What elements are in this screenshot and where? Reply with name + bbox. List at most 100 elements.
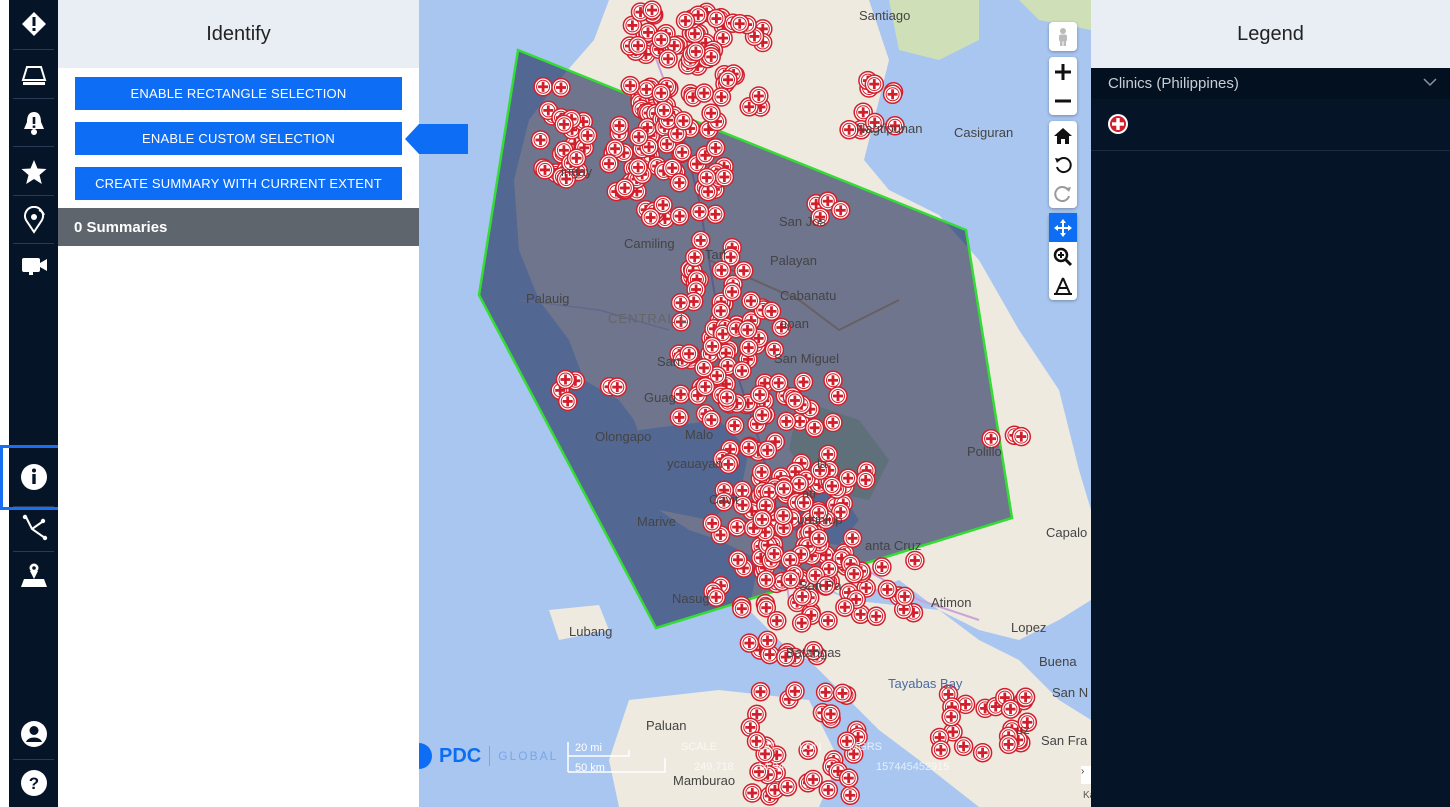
clinic-marker[interactable]	[711, 260, 732, 280]
clinic-marker[interactable]	[577, 125, 598, 146]
clinic-marker[interactable]	[894, 586, 915, 607]
clinic-marker[interactable]	[953, 736, 974, 757]
clinic-marker[interactable]	[757, 630, 778, 651]
clinic-marker[interactable]	[673, 111, 694, 131]
clinic-marker[interactable]	[998, 734, 1019, 755]
clinic-marker[interactable]	[689, 201, 710, 222]
clinic-marker[interactable]	[818, 780, 839, 800]
clinic-marker[interactable]	[855, 470, 876, 490]
clinic-marker[interactable]	[777, 777, 798, 797]
clinic-marker[interactable]	[877, 579, 898, 600]
clinic-marker[interactable]	[737, 320, 758, 340]
clinic-marker[interactable]	[733, 260, 754, 281]
clinic-marker[interactable]	[732, 361, 752, 381]
clinic-marker[interactable]	[554, 114, 574, 135]
clinic-marker[interactable]	[1011, 426, 1032, 447]
user-button[interactable]	[9, 712, 58, 756]
clinic-marker[interactable]	[599, 153, 619, 174]
clinic-marker[interactable]	[675, 11, 696, 31]
clinic-marker[interactable]	[785, 681, 805, 702]
clinic-marker[interactable]	[555, 369, 576, 390]
clinic-marker[interactable]	[609, 115, 630, 136]
clinic-marker[interactable]	[844, 564, 864, 584]
clinic-marker[interactable]	[749, 86, 769, 106]
clinic-marker[interactable]	[739, 633, 760, 653]
clinic-marker[interactable]	[669, 172, 690, 193]
clinic-marker[interactable]	[809, 528, 829, 549]
map-attribution[interactable]: Ka	[1083, 790, 1091, 801]
clinic-marker[interactable]	[686, 41, 706, 62]
alerts-button[interactable]	[9, 2, 58, 46]
route-button[interactable]	[9, 505, 58, 549]
clinic-marker[interactable]	[629, 127, 649, 147]
clinic-marker[interactable]	[791, 613, 812, 633]
enable-rectangle-selection-button[interactable]: ENABLE RECTANGLE SELECTION	[75, 77, 402, 110]
clinic-marker[interactable]	[551, 77, 571, 98]
clinic-marker[interactable]	[752, 509, 772, 530]
clinic-marker[interactable]	[724, 415, 745, 436]
measure-button[interactable]	[1049, 271, 1077, 300]
clinic-marker[interactable]	[941, 707, 961, 727]
clinic-marker[interactable]	[727, 517, 747, 537]
clinic-marker[interactable]	[739, 437, 759, 458]
clinic-marker[interactable]	[761, 301, 782, 322]
clinic-marker[interactable]	[832, 683, 853, 704]
clinic-marker[interactable]	[669, 407, 690, 428]
clinic-marker[interactable]	[701, 103, 721, 123]
clinic-marker[interactable]	[793, 372, 814, 392]
clinic-marker[interactable]	[828, 386, 848, 406]
clinic-marker[interactable]	[702, 336, 722, 357]
clinic-marker[interactable]	[972, 742, 993, 763]
clinic-marker[interactable]	[838, 768, 859, 788]
create-summary-button[interactable]: CREATE SUMMARY WITH CURRENT EXTENT	[75, 167, 402, 200]
clinic-marker[interactable]	[1000, 699, 1021, 719]
clinic-marker[interactable]	[684, 247, 705, 268]
clinic-marker[interactable]	[729, 13, 750, 34]
map-view[interactable]: Santiago Nagtipunan Casiguran ingay San …	[419, 0, 1091, 807]
clinic-marker[interactable]	[803, 769, 823, 790]
clinic-marker[interactable]	[751, 462, 772, 482]
clinic-marker[interactable]	[773, 505, 794, 526]
clinic-marker[interactable]	[840, 785, 860, 806]
clinic-marker[interactable]	[774, 478, 794, 499]
clinic-marker[interactable]	[702, 513, 722, 534]
rotate-right-button[interactable]	[1049, 179, 1077, 208]
clinic-marker[interactable]	[864, 74, 885, 94]
clinic-marker[interactable]	[866, 606, 886, 627]
clinic-marker[interactable]	[696, 167, 717, 188]
clinic-marker[interactable]	[628, 157, 648, 178]
clinic-marker[interactable]	[679, 343, 699, 364]
clinic-marker[interactable]	[732, 598, 752, 619]
zoom-out-button[interactable]	[1049, 86, 1077, 115]
clinic-marker[interactable]	[530, 130, 551, 150]
clinic-marker[interactable]	[738, 337, 759, 358]
clinic-marker[interactable]	[823, 412, 843, 433]
clinic-marker[interactable]	[620, 75, 640, 96]
clinic-marker[interactable]	[651, 83, 671, 103]
clinic-marker[interactable]	[842, 528, 863, 549]
notifications-button[interactable]	[9, 101, 58, 145]
street-view-control[interactable]	[1049, 22, 1077, 51]
clinic-marker[interactable]	[815, 682, 836, 703]
chevron-down-icon[interactable]	[1422, 74, 1438, 90]
clinic-marker[interactable]	[714, 167, 735, 187]
video-button[interactable]	[9, 243, 58, 287]
clinic-marker[interactable]	[557, 391, 578, 412]
pegman-button[interactable]	[1049, 22, 1077, 51]
clinic-marker[interactable]	[750, 681, 771, 702]
clinic-marker[interactable]	[767, 610, 787, 631]
clinic-marker[interactable]	[872, 557, 892, 577]
help-button[interactable]: ?	[9, 761, 58, 805]
clinic-marker[interactable]	[931, 740, 951, 760]
clinic-marker[interactable]	[533, 77, 553, 97]
summaries-count[interactable]: 0 Summaries	[58, 208, 419, 246]
clinic-marker[interactable]	[669, 206, 690, 226]
clinic-marker[interactable]	[785, 390, 805, 411]
zoom-in-button[interactable]	[1049, 57, 1077, 86]
clinic-marker[interactable]	[818, 610, 838, 631]
pan-button[interactable]	[1049, 213, 1077, 242]
map-person-button[interactable]	[9, 553, 58, 597]
clinic-marker[interactable]	[694, 358, 714, 378]
clinic-marker[interactable]	[711, 87, 732, 107]
clinic-marker[interactable]	[776, 411, 797, 432]
